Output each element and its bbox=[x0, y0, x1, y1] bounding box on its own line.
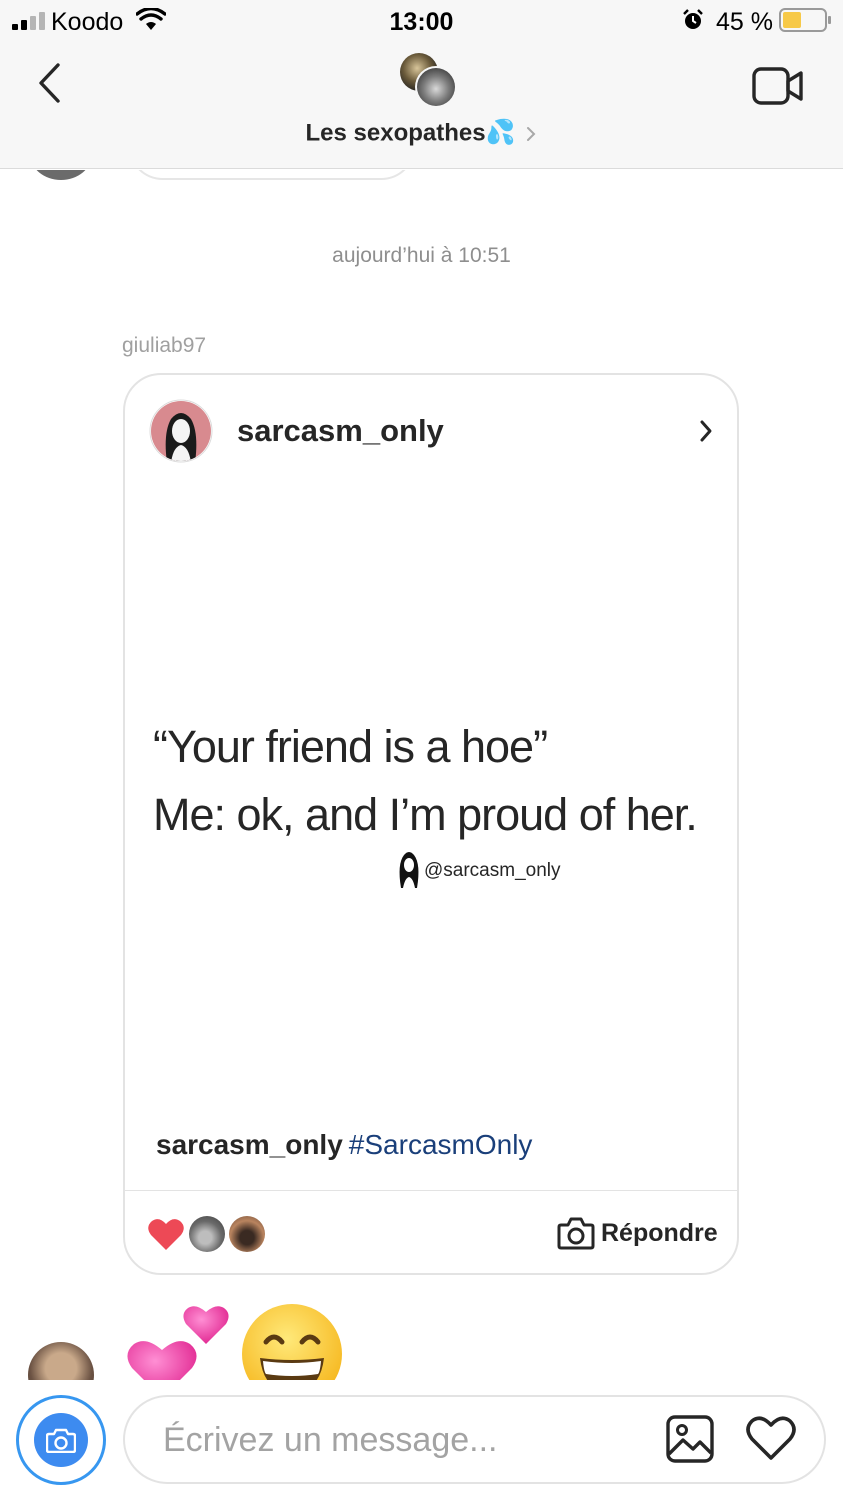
message-composer: Écrivez un message... bbox=[0, 1380, 843, 1499]
message-timestamp: aujourd’hui à 10:51 bbox=[332, 244, 511, 267]
message-list[interactable]: aujourd’hui à 10:51 giuliab97 sarcasm_on… bbox=[0, 170, 843, 1380]
previous-message-bubble[interactable] bbox=[128, 170, 416, 180]
chevron-right-icon[interactable] bbox=[699, 419, 713, 443]
camera-icon bbox=[46, 1428, 76, 1453]
shared-post-card[interactable]: sarcasm_only “Your friend is a hoe” Me: … bbox=[123, 373, 739, 1275]
caption-username[interactable]: sarcasm_only bbox=[156, 1129, 343, 1160]
message-placeholder: Écrivez un message... bbox=[163, 1421, 498, 1459]
divider bbox=[125, 1190, 737, 1191]
camera-icon bbox=[557, 1217, 595, 1250]
title-text: Les sexopathes bbox=[305, 119, 486, 147]
video-call-icon[interactable] bbox=[752, 66, 804, 106]
message-input[interactable]: Écrivez un message... bbox=[123, 1395, 826, 1484]
alarm-icon bbox=[683, 9, 703, 29]
back-chevron-icon[interactable] bbox=[36, 62, 64, 104]
post-watermark: @sarcasm_only bbox=[424, 860, 561, 881]
sender-name: giuliab97 bbox=[122, 334, 207, 357]
post-caption: sarcasm_only #SarcasmOnly bbox=[156, 1129, 532, 1161]
two-hearts-emoji bbox=[127, 1306, 229, 1380]
battery-icon bbox=[779, 8, 831, 32]
reactor-avatar[interactable] bbox=[189, 1216, 225, 1252]
heart-like-icon[interactable] bbox=[745, 1415, 797, 1461]
reply-label: Répondre bbox=[601, 1219, 718, 1247]
gallery-icon[interactable] bbox=[665, 1414, 715, 1464]
camera-button-fill bbox=[34, 1413, 88, 1467]
group-avatar[interactable] bbox=[399, 52, 459, 110]
grinning-face-emoji bbox=[242, 1304, 342, 1380]
status-bar: Koodo 13:00 45 % bbox=[0, 0, 843, 44]
conversation-header: Les sexopathes💦 bbox=[0, 44, 843, 169]
caption-hashtag[interactable]: #SarcasmOnly bbox=[349, 1129, 533, 1160]
chevron-right-icon bbox=[527, 126, 536, 141]
droplets-emoji: 💦 bbox=[485, 119, 516, 146]
girl-silhouette-logo bbox=[399, 852, 419, 888]
heart-reaction-icon[interactable] bbox=[147, 1217, 185, 1251]
reactor-avatar[interactable] bbox=[229, 1216, 265, 1252]
avatar bbox=[28, 1342, 94, 1380]
reply-button[interactable]: Répondre bbox=[557, 1215, 727, 1255]
camera-button[interactable] bbox=[16, 1395, 106, 1485]
post-author-avatar[interactable] bbox=[149, 399, 213, 463]
conversation-title[interactable]: Les sexopathes💦 bbox=[0, 118, 843, 148]
post-quote-line: “Your friend is a hoe” bbox=[153, 721, 548, 772]
post-quote-line: Me: ok, and I’m proud of her. bbox=[153, 789, 698, 840]
battery-percent: 45 % bbox=[716, 8, 773, 36]
post-username[interactable]: sarcasm_only bbox=[237, 413, 444, 449]
avatar bbox=[30, 170, 92, 180]
